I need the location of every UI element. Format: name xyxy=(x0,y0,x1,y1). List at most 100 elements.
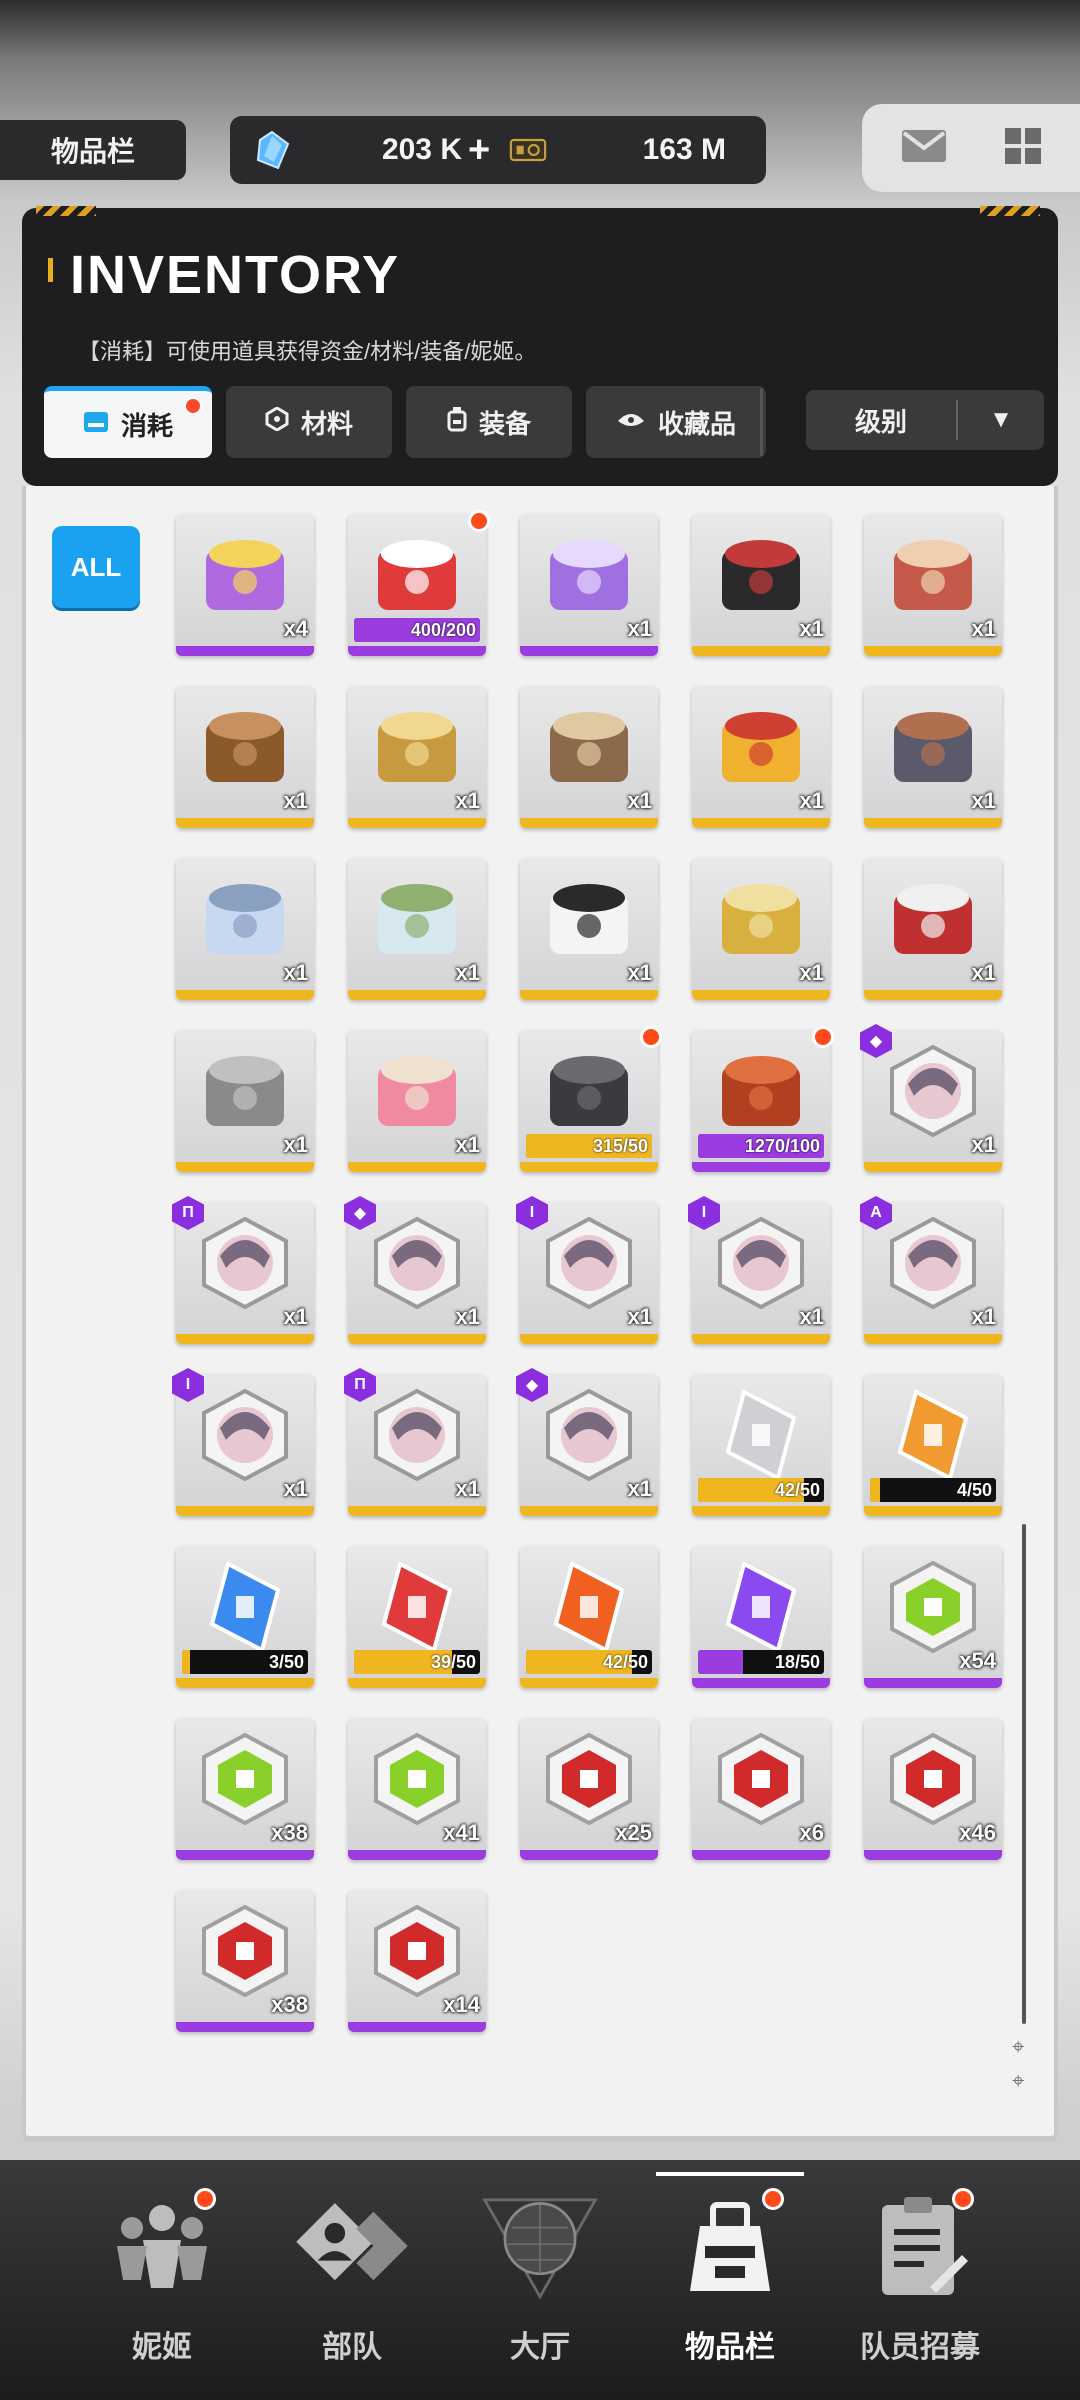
inventory-item-chef-notebook[interactable]: x1 xyxy=(864,858,1002,1000)
gift-box-icon xyxy=(198,528,292,622)
item-quantity: x38 xyxy=(271,1992,308,2017)
inventory-item-stone-statue[interactable]: x1 xyxy=(176,1030,314,1172)
sort-label: 级别 xyxy=(854,406,907,437)
nav-label: 妮姬 xyxy=(132,2331,192,2364)
item-quantity: x1 xyxy=(971,960,996,985)
nav-lobby[interactable]: 大厅 xyxy=(450,2176,630,2386)
item-quantity: x1 xyxy=(627,1304,652,1329)
inventory-item-purple-shard[interactable]: 18/50 xyxy=(692,1546,830,1688)
mail-icon[interactable] xyxy=(900,128,948,169)
inventory-item-nikke-token-1[interactable]: x1 ◆ xyxy=(860,1024,1002,1172)
item-quantity: x54 xyxy=(959,1648,996,1673)
inventory-item-gold-can[interactable]: x1 xyxy=(692,858,830,1000)
omelette-rice-icon xyxy=(714,700,808,794)
item-progress-bar: 18/50 xyxy=(698,1650,824,1674)
tab-equipment[interactable]: 装备 xyxy=(406,386,572,458)
category-tabs: 消耗 材料 装备 收藏品 xyxy=(44,386,766,458)
inventory-item-dark-card[interactable]: 315/50 xyxy=(520,1026,662,1172)
nav-label: 部队 xyxy=(322,2331,382,2364)
inventory-item-red-shard[interactable]: 39/50 xyxy=(348,1546,486,1688)
rarity-strip xyxy=(176,1334,314,1344)
rarity-strip xyxy=(348,818,486,828)
scrollbar[interactable] xyxy=(1022,1524,1026,2024)
inventory-item-red-core-grid[interactable]: x14 xyxy=(348,1890,486,2032)
inventory-item-medal-badge[interactable]: x1 xyxy=(348,686,486,828)
inventory-item-birthday-cake[interactable]: x1 xyxy=(520,686,658,828)
inventory-item-red-core-t[interactable]: x46 xyxy=(864,1718,1002,1860)
top-right-actions xyxy=(862,104,1080,192)
inventory-item-blue-shard[interactable]: 3/50 xyxy=(176,1546,314,1688)
tab-collection[interactable]: 收藏品 xyxy=(586,386,766,458)
inventory-item-woven-basket[interactable]: x1 xyxy=(176,686,314,828)
lucky-box-icon xyxy=(370,528,464,622)
inventory-item-red-core-diamond[interactable]: x25 xyxy=(520,1718,658,1860)
add-gems-button[interactable]: + xyxy=(468,129,508,172)
equipment-icon xyxy=(447,406,467,439)
grid-menu-icon[interactable] xyxy=(1003,126,1043,171)
inventory-item-green-core-star[interactable]: x54 xyxy=(864,1546,1002,1688)
nikke-token-5-icon xyxy=(714,1216,808,1310)
inventory-item-anniversary-cake[interactable]: x1 xyxy=(520,514,658,656)
inventory-item-doodle-paper[interactable]: x1 xyxy=(520,858,658,1000)
inventory-item-gift-box[interactable]: x4 xyxy=(176,514,314,656)
tab-label: 消耗 xyxy=(120,411,173,441)
inventory-item-keychain-a[interactable]: x1 xyxy=(176,858,314,1000)
inventory-item-orange-shard[interactable]: 4/50 xyxy=(864,1374,1002,1516)
inventory-item-strawberry-cake[interactable]: x1 xyxy=(348,1030,486,1172)
inventory-item-omelette-rice[interactable]: x1 xyxy=(692,686,830,828)
inventory-item-nikke-token-9[interactable]: x1 ◆ xyxy=(516,1368,658,1516)
item-quantity: x1 xyxy=(455,1132,480,1157)
nav-label: 大厅 xyxy=(510,2331,570,2364)
rarity-strip xyxy=(692,1850,830,1860)
inventory-item-green-core-shield[interactable]: x38 xyxy=(176,1718,314,1860)
inventory-item-lucky-box[interactable]: 400/200 xyxy=(348,510,490,656)
inventory-item-cassette-tape[interactable]: x1 xyxy=(692,514,830,656)
tab-material[interactable]: 材料 xyxy=(226,386,392,458)
rarity-strip xyxy=(520,818,658,828)
inventory-item-green-core-arrow[interactable]: x41 xyxy=(348,1718,486,1860)
nav-inventory[interactable]: 物品栏 xyxy=(640,2176,820,2386)
inventory-item-decorated-cake[interactable]: x1 xyxy=(864,514,1002,656)
nikke-token-8-icon xyxy=(370,1388,464,1482)
inventory-item-nikke-token-8[interactable]: x1 Π xyxy=(344,1368,486,1516)
inventory-item-nikke-token-2[interactable]: x1 Π xyxy=(172,1196,314,1344)
nav-recruit[interactable]: 队员招募 xyxy=(830,2176,1010,2386)
inventory-item-nikke-token-5[interactable]: x1 I xyxy=(688,1196,830,1344)
inventory-item-nikke-token-4[interactable]: x1 I xyxy=(516,1196,658,1344)
scroll-marker-icon: ⌖ xyxy=(1012,2068,1025,2093)
nikke-token-3-icon xyxy=(370,1216,464,1310)
progress-text: 4/50 xyxy=(956,1480,992,1500)
inventory-item-nikke-token-6[interactable]: x1 A xyxy=(860,1196,1002,1344)
item-progress-bar: 42/50 xyxy=(526,1650,652,1674)
inventory-item-red-core-a[interactable]: x6 xyxy=(692,1718,830,1860)
inventory-item-keychain-b[interactable]: x1 xyxy=(348,858,486,1000)
nav-squad[interactable]: 部队 xyxy=(262,2176,442,2386)
red-core-a-icon xyxy=(714,1732,808,1826)
filter-all-button[interactable]: ALL xyxy=(52,526,140,608)
inventory-item-fire-shard[interactable]: 42/50 xyxy=(520,1546,658,1688)
strawberry-cake-icon xyxy=(370,1044,464,1138)
nav-nikke[interactable]: 妮姬 xyxy=(72,2176,252,2386)
inventory-item-nikke-token-7[interactable]: x1 I xyxy=(172,1368,314,1516)
anniversary-cake-icon xyxy=(542,528,636,622)
notification-dot xyxy=(468,510,490,532)
rarity-strip xyxy=(348,1334,486,1344)
progress-text: 315/50 xyxy=(592,1136,648,1156)
scroll-marker-icon: ⌖ xyxy=(1012,2034,1025,2059)
item-quantity: x41 xyxy=(443,1820,480,1845)
consumable-icon xyxy=(83,409,109,440)
sort-dropdown[interactable]: 级别 ▼ xyxy=(806,390,1044,450)
item-quantity: x1 xyxy=(799,960,824,985)
inventory-item-hot-pot[interactable]: x1 xyxy=(864,686,1002,828)
nikke-token-2-icon xyxy=(198,1216,292,1310)
item-quantity: x1 xyxy=(627,616,652,641)
tab-divider xyxy=(760,388,763,456)
tab-consumable[interactable]: 消耗 xyxy=(44,386,212,458)
inventory-item-red-crate[interactable]: 1270/100 xyxy=(692,1026,834,1172)
rarity-strip xyxy=(348,990,486,1000)
rarity-strip xyxy=(176,818,314,828)
inventory-item-nikke-token-3[interactable]: x1 ◆ xyxy=(344,1196,486,1344)
inventory-item-red-core-pi[interactable]: x38 xyxy=(176,1890,314,2032)
progress-text: 42/50 xyxy=(774,1480,820,1500)
inventory-item-silver-shard[interactable]: 42/50 xyxy=(692,1374,830,1516)
